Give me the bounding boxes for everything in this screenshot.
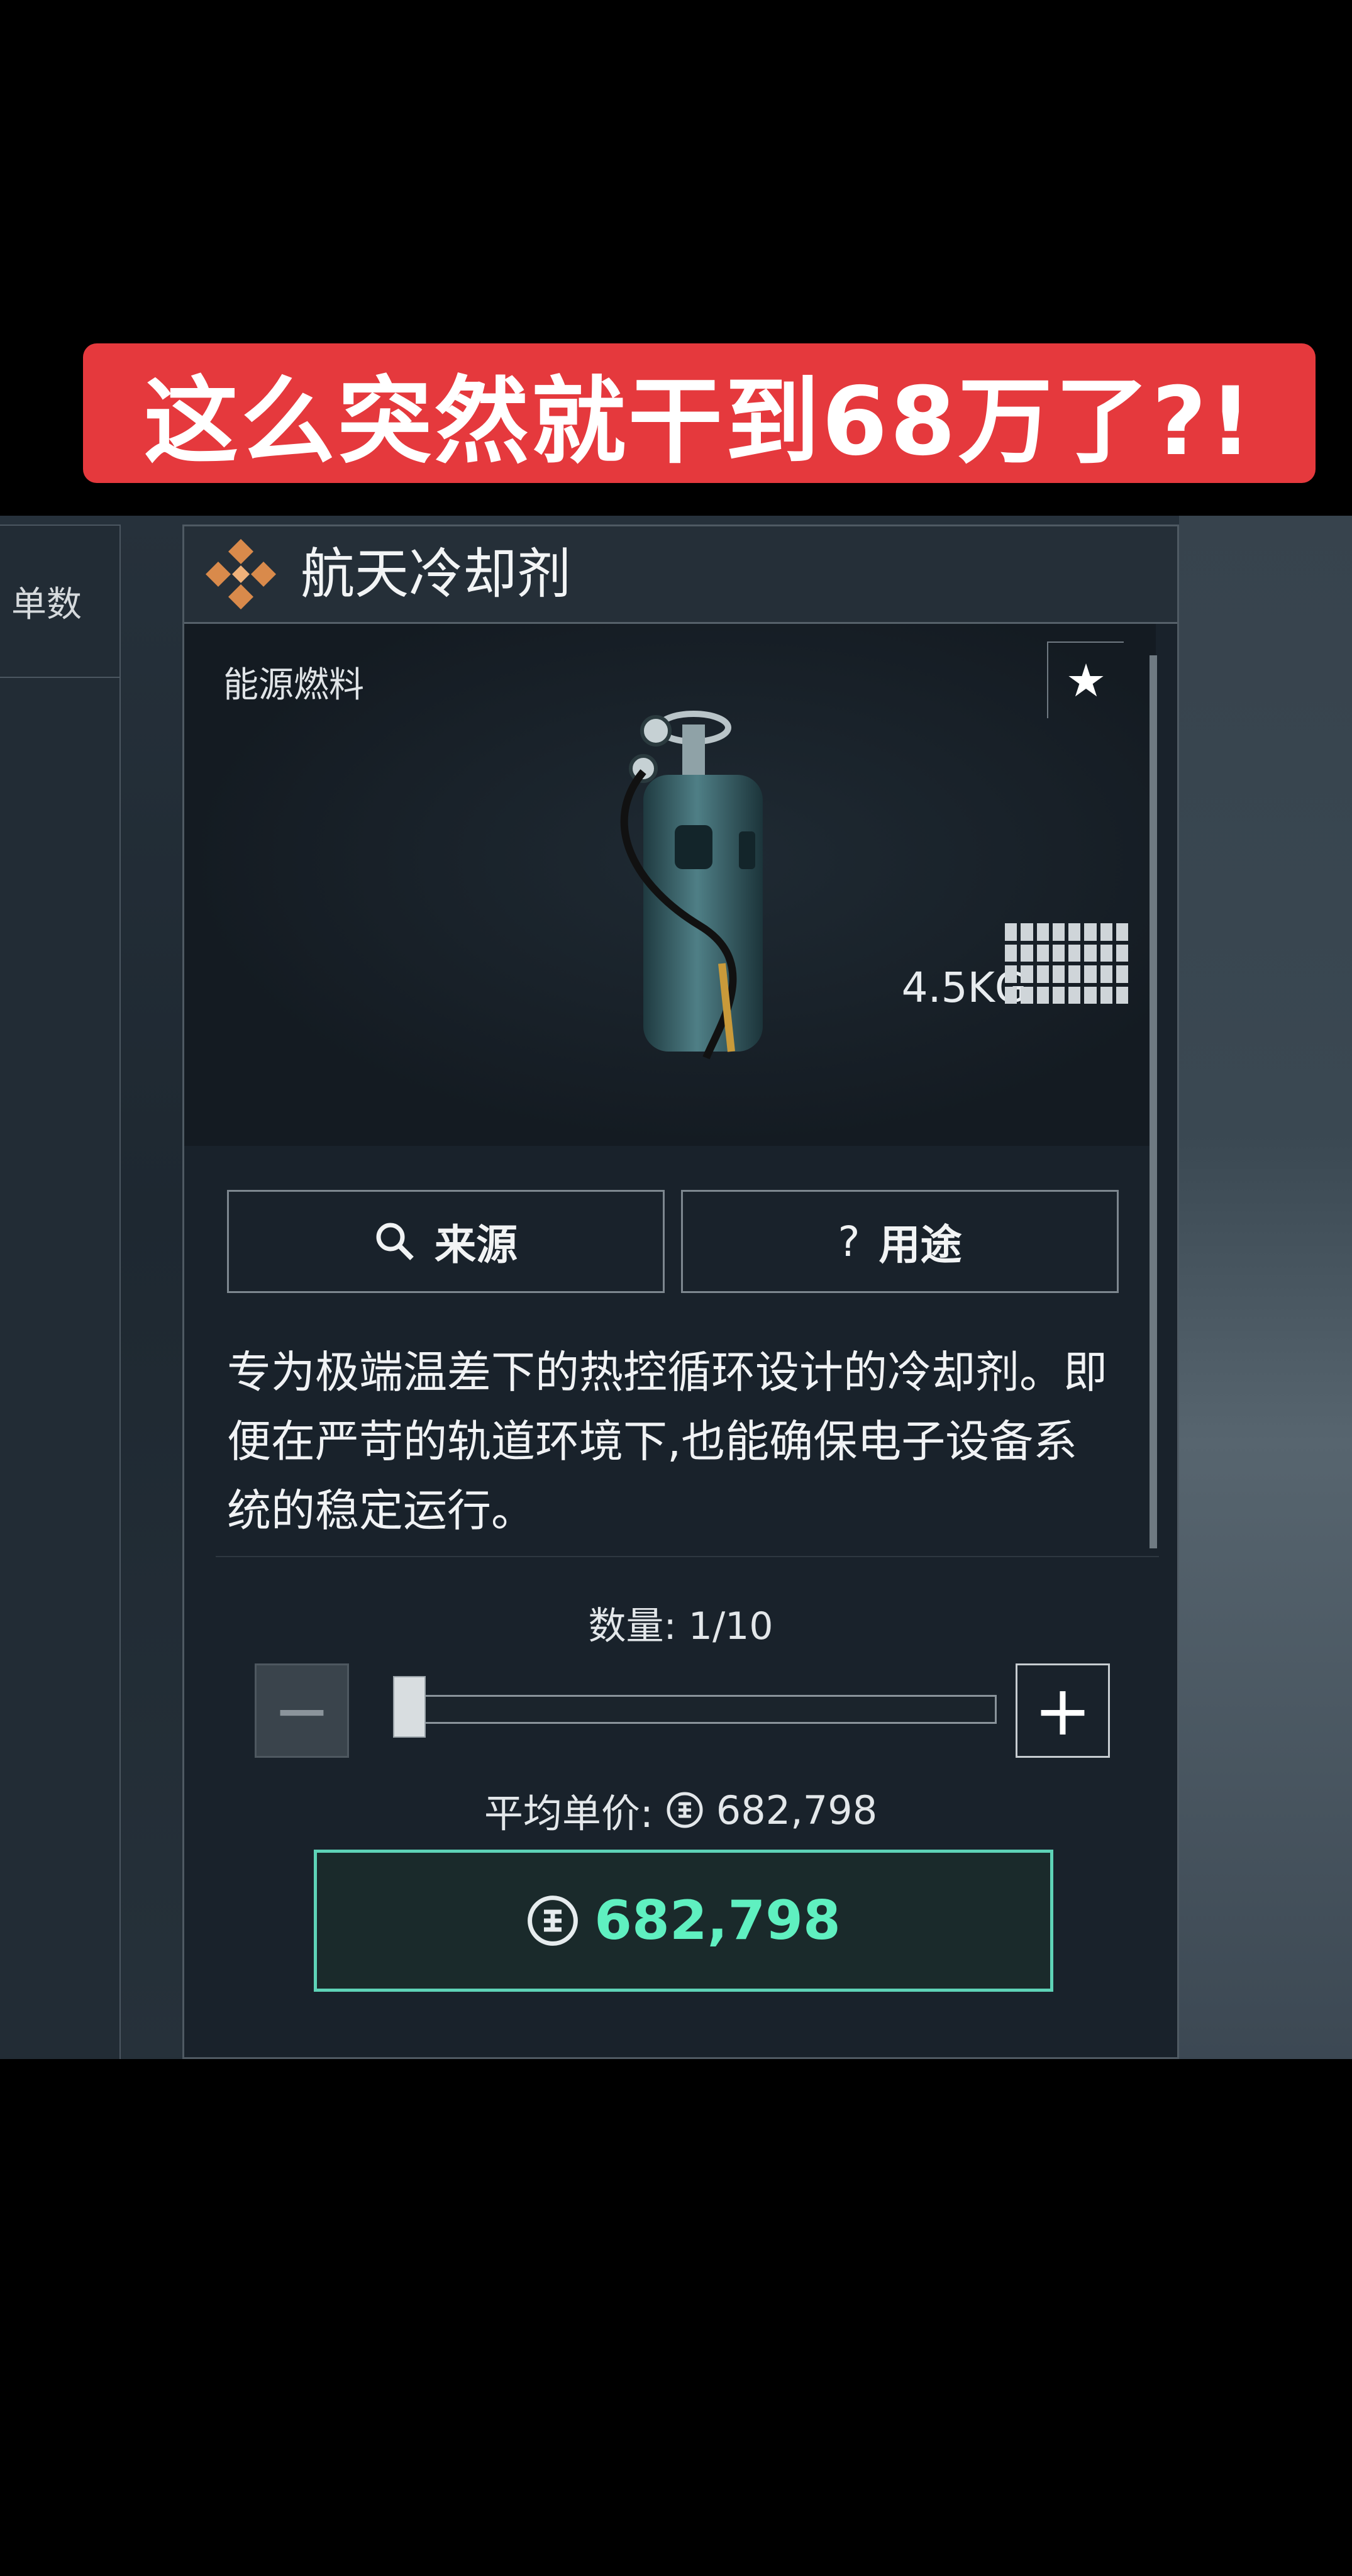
quantity-slider-track[interactable]: [393, 1695, 997, 1724]
left-panel-header: 单数: [0, 526, 119, 678]
left-side-panel: 单数: [0, 525, 121, 2059]
increase-quantity-button[interactable]: +: [1016, 1663, 1110, 1758]
item-category: 能源燃料: [223, 665, 364, 706]
usage-button-label: 用途: [878, 1221, 962, 1269]
decrease-quantity-button[interactable]: −: [255, 1663, 349, 1758]
average-price-row: 平均单价: 682,798: [184, 1782, 1177, 1838]
purchase-price-button[interactable]: 682,798: [314, 1850, 1053, 1992]
item-description: 专为极端温差下的热控循环设计的冷却剂。即便在严苛的轨道环境下,也能确保电子设备系…: [227, 1346, 1107, 1536]
source-button-label: 来源: [435, 1221, 518, 1269]
currency-coin-icon: [528, 1896, 579, 1946]
item-image-area: 能源燃料 ★ 4.5KG: [184, 624, 1156, 1146]
source-button[interactable]: 来源: [227, 1190, 665, 1293]
item-detail-panel: 航天冷却剂 能源燃料 ★ 4.5KG 来源 ? 用途 专为极端温差下的热控循环设…: [182, 525, 1179, 2059]
total-price: 682,798: [594, 1889, 841, 1952]
average-price-value: 682,798: [716, 1787, 878, 1833]
question-icon: ?: [838, 1217, 860, 1266]
panel-header: 航天冷却剂: [184, 526, 1177, 624]
banner-text: 这么突然就干到68万了?!: [143, 367, 1255, 477]
divider: [216, 1556, 1159, 1557]
title-banner: 这么突然就干到68万了?!: [83, 343, 1316, 483]
left-panel-header-text: 单数: [11, 584, 82, 625]
currency-coin-icon: [667, 1792, 703, 1828]
favorite-star-button[interactable]: ★: [1047, 641, 1124, 718]
average-price-label: 平均单价:: [484, 1790, 653, 1836]
item-weight: 4.5KG: [901, 963, 1027, 1012]
item-title: 航天冷却剂: [301, 543, 571, 606]
search-icon: [376, 1223, 414, 1260]
quantity-label: 数量: 1/10: [588, 1604, 773, 1648]
star-icon: ★: [1065, 654, 1107, 707]
quantity-slider-thumb[interactable]: [393, 1676, 426, 1738]
rarity-diamond-icon: [206, 539, 276, 609]
description-scrollbar[interactable]: [1150, 655, 1157, 1548]
background-right: [1179, 516, 1352, 2059]
inventory-size-grid-icon: [1005, 923, 1128, 1004]
plus-icon: +: [1033, 1670, 1092, 1751]
game-screen: 单数 航天冷却剂 能源燃料 ★ 4.5KG 来源 ? 用途 专为极端温差下的热控…: [0, 516, 1352, 2059]
minus-icon: −: [272, 1670, 331, 1751]
cylinder-image: [620, 711, 763, 1060]
usage-button[interactable]: ? 用途: [681, 1190, 1119, 1293]
